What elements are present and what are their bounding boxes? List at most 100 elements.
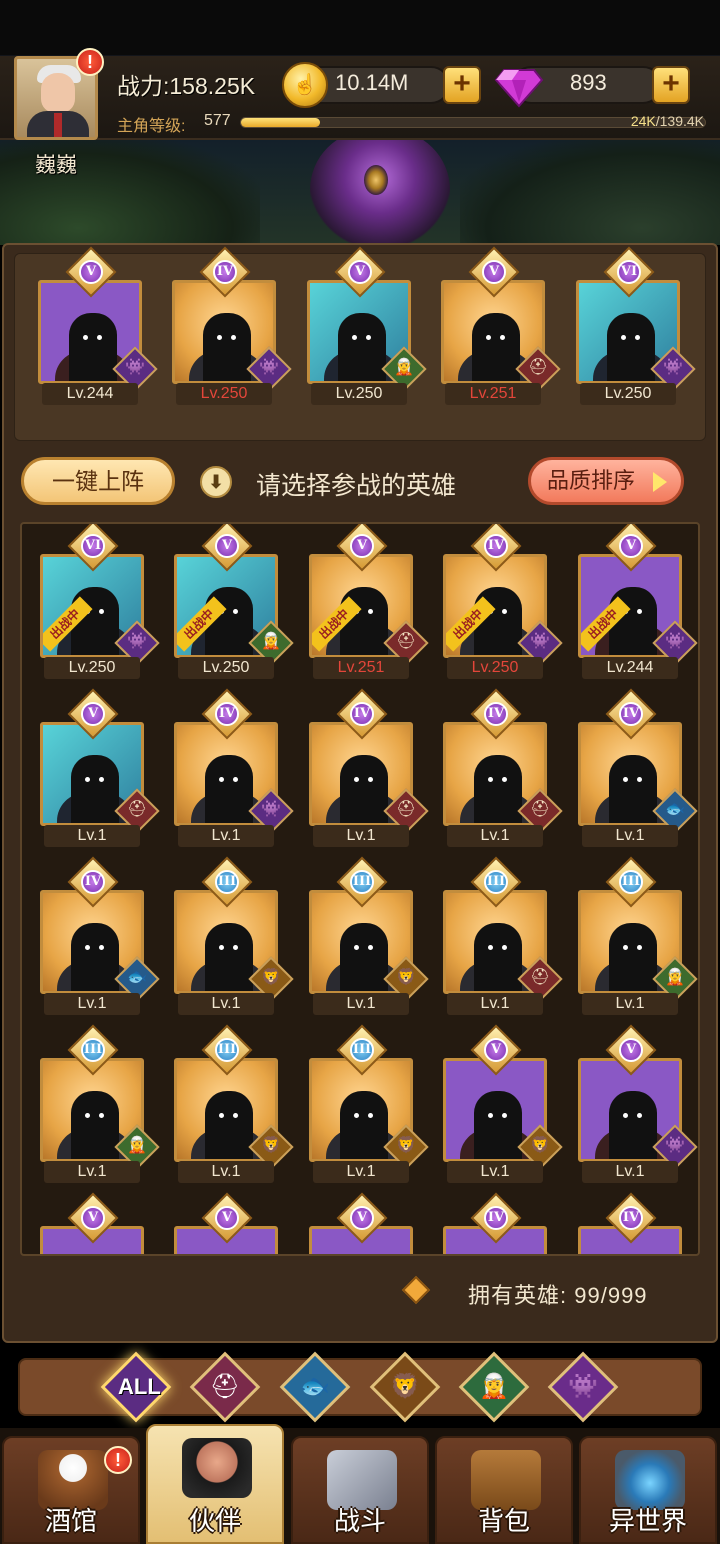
rank-numeral: V [81,702,105,726]
gem-amount: 893 [570,70,607,95]
hero-level: Lv.1 [447,825,543,847]
hero-card[interactable]: IV 👾 Lv.1 [174,688,294,852]
faction-glyph: 👾 [530,633,550,650]
hero-card[interactable]: V ⛑ Lv.251 [441,246,561,410]
nav-otherworld[interactable]: 异世界 [579,1436,717,1544]
rank-badge-icon: V [67,1192,119,1244]
info-icon[interactable]: ⬇ [200,466,232,498]
beast-icon: 🦁 [390,1373,420,1400]
faction-glyph: 👾 [665,1137,685,1154]
nav-partner[interactable]: 伙伴 [146,1424,284,1544]
filter-demon-button[interactable]: 👾 [547,1351,619,1423]
hero-silhouette [205,923,253,991]
hero-level: Lv.1 [44,825,140,847]
power-label: 战力:158.25K [117,73,256,99]
hero-card[interactable]: III 🧝 Lv.1 [578,856,698,1020]
background-forest-right [460,140,720,245]
rank-numeral: V [215,534,239,558]
hero-level: Lv.244 [42,383,138,405]
hero-level: Lv.1 [313,1161,409,1183]
add-gold-button[interactable]: + [443,66,481,104]
one-click-deploy-button[interactable]: 一键上阵 [21,457,175,505]
rank-numeral: V [484,1038,508,1062]
rank-numeral: IV [215,702,239,726]
partner-icon [182,1438,252,1498]
sea-icon: 🐟 [300,1373,330,1400]
rank-numeral: III [81,1038,105,1062]
hero-eye [502,1113,507,1118]
nav-label: 异世界 [608,1506,687,1536]
hero-card[interactable]: 出战中 VI 👾 Lv.250 [40,524,160,684]
hero-card[interactable]: V [40,1192,146,1254]
owned-count: 99/999 [574,1283,648,1308]
hero-eye [217,335,222,340]
hero-silhouette [71,923,119,991]
filter-human-button[interactable]: ⛑ [189,1351,261,1423]
nav-backpack[interactable]: 背包 [435,1436,573,1544]
gem-icon [494,69,544,108]
rank-numeral: V [79,260,103,284]
hero-card[interactable]: 出战中 V ⛑ Lv.251 [309,524,429,684]
hero-card[interactable]: IV 🐟 Lv.1 [578,688,698,852]
hero-eye [621,335,626,340]
hero-card[interactable]: IV ⛑ Lv.1 [443,688,563,852]
rank-numeral: V [482,260,506,284]
hero-card[interactable]: V [174,1192,280,1254]
hero-eye [500,335,505,340]
rank-numeral: IV [81,870,105,894]
filter-all-button[interactable]: ALL [100,1351,172,1423]
hero-card[interactable]: 出战中 V 👾 Lv.244 [578,524,698,684]
hero-card[interactable]: III 🧝 Lv.1 [40,1024,160,1188]
hero-card[interactable]: 出战中 V 🧝 Lv.250 [174,524,294,684]
hero-eye [502,945,507,950]
hero-eye [219,777,224,782]
add-gems-button[interactable]: + [652,66,690,104]
gold-coin-icon: ☝ [282,62,328,108]
rank-badge-icon: V [334,246,386,298]
hero-card[interactable]: III 🦁 Lv.1 [174,1024,294,1188]
hero-card[interactable]: V [309,1192,415,1254]
hero-silhouette [472,313,520,381]
hero-card[interactable]: IV 👾 Lv.250 [172,246,292,410]
hero-level: Lv.1 [44,1161,140,1183]
filter-sea-button[interactable]: 🐟 [279,1351,351,1423]
player-name: 巍巍 [35,154,77,177]
hero-card[interactable]: IV [578,1192,684,1254]
hero-card[interactable]: III 🦁 Lv.1 [309,856,429,1020]
hero-card[interactable]: V 👾 Lv.244 [38,246,158,410]
rank-numeral: V [619,1038,643,1062]
hero-roster-grid[interactable]: 出战中 VI 👾 Lv.250 出战中 V 🧝 Lv.250 出战中 V ⛑ Lv.251 出战中 IV 👾… [20,522,700,1256]
rank-badge-icon: VI [603,246,655,298]
faction-glyph: ⛑ [396,633,417,650]
hero-card[interactable]: V ⛑ Lv.1 [40,688,160,852]
filter-elf-button[interactable]: 🧝 [458,1351,530,1423]
demon-icon: 👾 [568,1373,598,1400]
faction-glyph: 🦁 [396,1137,416,1154]
hero-eye [623,777,628,782]
hero-card[interactable]: III 🦁 Lv.1 [174,856,294,1020]
hero-card[interactable]: IV ⛑ Lv.1 [309,688,429,852]
hero-card[interactable]: IV [443,1192,549,1254]
hero-level: Lv.250 [447,657,543,679]
nav-tavern[interactable]: 酒馆! [2,1436,140,1544]
hero-card[interactable]: 出战中 IV 👾 Lv.250 [443,524,563,684]
hero-silhouette [609,1091,657,1159]
rank-numeral: IV [484,1206,508,1230]
hero-card[interactable]: V 👾 Lv.1 [578,1024,698,1188]
hero-card[interactable]: V 🦁 Lv.1 [443,1024,563,1188]
nav-battle[interactable]: 战斗 [291,1436,429,1544]
hero-card[interactable]: V 🧝 Lv.250 [307,246,427,410]
hero-card[interactable]: III 🦁 Lv.1 [309,1024,429,1188]
hero-card[interactable]: VI 👾 Lv.250 [576,246,696,410]
hero-silhouette [474,755,522,823]
rank-badge-icon: III [201,856,253,908]
hero-silhouette [474,923,522,991]
avatar-alert-icon: ! [76,48,104,76]
hero-eye [83,335,88,340]
hero-card[interactable]: III ⛑ Lv.1 [443,856,563,1020]
faction-glyph: 🦁 [530,1137,550,1154]
hero-card[interactable]: IV 🐟 Lv.1 [40,856,160,1020]
rank-badge-icon: V [468,246,520,298]
quality-sort-button[interactable]: 品质排序 [528,457,684,505]
filter-beast-button[interactable]: 🦁 [369,1351,441,1423]
